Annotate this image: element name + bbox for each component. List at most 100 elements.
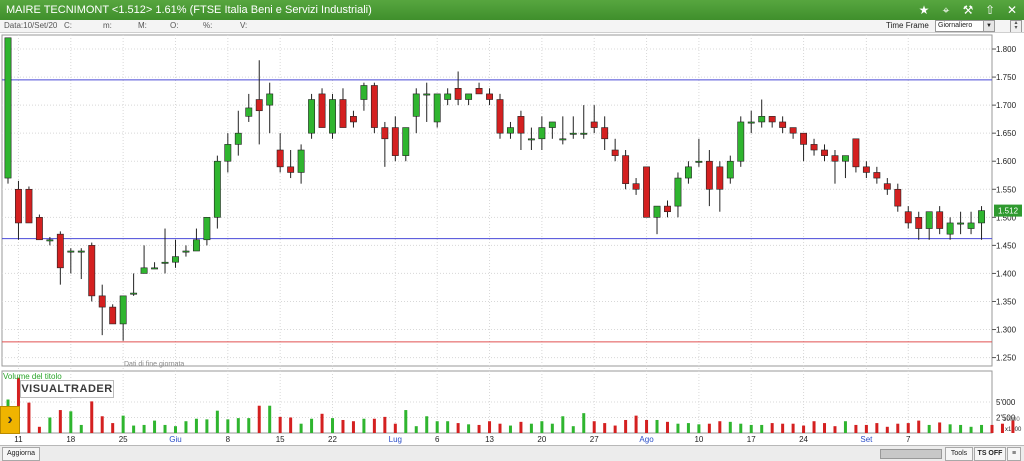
- date-tick-label: 15: [276, 435, 285, 444]
- menu-icon[interactable]: ≡: [1007, 447, 1021, 461]
- volume-bar: [153, 420, 157, 433]
- time-frame-select[interactable]: Giornaliero ▼: [935, 20, 995, 32]
- candle-down: [831, 155, 839, 162]
- candle-down: [643, 166, 650, 218]
- date-tick-label: 24: [799, 435, 808, 444]
- pin-icon[interactable]: ⌖: [938, 2, 954, 18]
- info-pct: %:: [203, 21, 213, 30]
- candle-up: [674, 177, 682, 207]
- candle-up: [925, 211, 933, 229]
- volume-bar: [959, 424, 963, 433]
- candle-up: [978, 210, 985, 224]
- volume-bar: [760, 424, 764, 433]
- date-tick-label: 6: [435, 435, 440, 444]
- candle-down: [915, 217, 923, 229]
- volume-bar: [278, 416, 282, 433]
- volume-bar: [498, 423, 502, 433]
- star-icon[interactable]: ★: [916, 2, 932, 18]
- info-close: C:: [64, 21, 72, 30]
- volume-bar: [508, 425, 512, 433]
- price-tick-label: 1.300: [996, 326, 1017, 335]
- volume-bar: [414, 426, 418, 433]
- eod-note: Dati di fine giornata: [124, 361, 185, 368]
- volume-bar: [310, 418, 314, 433]
- volume-bar: [686, 423, 690, 433]
- candle-up: [161, 261, 169, 264]
- volume-bar: [634, 415, 638, 433]
- candle-down: [25, 188, 33, 224]
- volume-bar: [111, 423, 115, 433]
- arrow-up-icon[interactable]: ⇧: [982, 2, 998, 18]
- date-tick-label: 11: [14, 435, 23, 444]
- volume-bar: [58, 410, 62, 433]
- price-tick-label: 1.750: [996, 73, 1017, 82]
- volume-bar: [823, 423, 827, 433]
- volume-bar: [917, 420, 921, 433]
- candle-up: [308, 99, 316, 134]
- candle-down: [517, 116, 525, 134]
- candle-down: [35, 217, 43, 241]
- volume-bar: [781, 423, 785, 433]
- date-tick-label: 17: [747, 435, 756, 444]
- candle-down: [810, 144, 818, 151]
- candle-up: [569, 132, 577, 135]
- ts-off-button[interactable]: TS OFF: [974, 447, 1006, 461]
- candle-down: [255, 99, 263, 112]
- price-chart[interactable]: 1.8001.7501.7001.6501.6001.5501.5001.450…: [0, 33, 1024, 445]
- expand-panel-button[interactable]: ›: [0, 406, 20, 434]
- volume-bar: [425, 416, 429, 433]
- candle-down: [611, 149, 619, 156]
- candle-up: [140, 267, 148, 274]
- candle-down: [664, 205, 671, 213]
- price-tick-label: 1.450: [996, 241, 1017, 250]
- candle-down: [705, 160, 713, 190]
- candle-up: [842, 155, 849, 162]
- volume-bar: [48, 417, 52, 433]
- volume-bar: [299, 423, 303, 433]
- info-volume: V:: [240, 21, 248, 30]
- volume-bar: [854, 424, 858, 433]
- candle-down: [475, 87, 483, 95]
- volume-bar: [404, 410, 408, 433]
- horizontal-scrollbar[interactable]: [880, 449, 942, 459]
- candle-up: [130, 292, 138, 295]
- candle-down: [109, 306, 117, 325]
- volume-bar: [257, 405, 261, 433]
- date-tick-label: 13: [485, 435, 494, 444]
- hammer-icon[interactable]: ⚒: [960, 2, 976, 18]
- chevron-down-icon[interactable]: ▼: [983, 21, 994, 31]
- candle-up: [329, 99, 336, 134]
- candle-up: [182, 250, 190, 253]
- volume-bar: [121, 415, 125, 433]
- volume-bar: [236, 418, 240, 433]
- volume-bar: [320, 413, 324, 433]
- bottom-bar: Aggiorna Tools TS OFF ≡: [0, 445, 1024, 461]
- candle-up: [507, 127, 514, 134]
- candle-up: [695, 160, 703, 163]
- close-icon[interactable]: ✕: [1004, 2, 1020, 18]
- volume-bar: [676, 423, 680, 433]
- volume-bar: [383, 416, 387, 433]
- candle-down: [883, 183, 891, 190]
- volume-bar: [571, 426, 575, 433]
- volume-bar: [990, 424, 994, 433]
- volume-bar: [446, 421, 450, 433]
- volume-bar: [896, 423, 900, 433]
- volume-bar: [529, 423, 533, 433]
- candle-up: [957, 222, 965, 225]
- volume-bar: [519, 421, 523, 433]
- volume-bar: [980, 424, 984, 433]
- candle-down: [873, 172, 881, 179]
- candle-down: [894, 188, 902, 207]
- volume-bar: [215, 410, 219, 433]
- aggiorna-button[interactable]: Aggiorna: [2, 447, 40, 461]
- tools-button[interactable]: Tools: [945, 447, 973, 461]
- volume-bar: [707, 423, 711, 433]
- volume-bar: [393, 423, 397, 433]
- date-tick-label: 22: [328, 435, 337, 444]
- date-tick-label: 7: [906, 435, 911, 444]
- volume-bar: [550, 423, 554, 433]
- volume-bar: [362, 418, 366, 433]
- date-tick-label: Giu: [169, 435, 181, 444]
- volume-bar: [582, 413, 586, 433]
